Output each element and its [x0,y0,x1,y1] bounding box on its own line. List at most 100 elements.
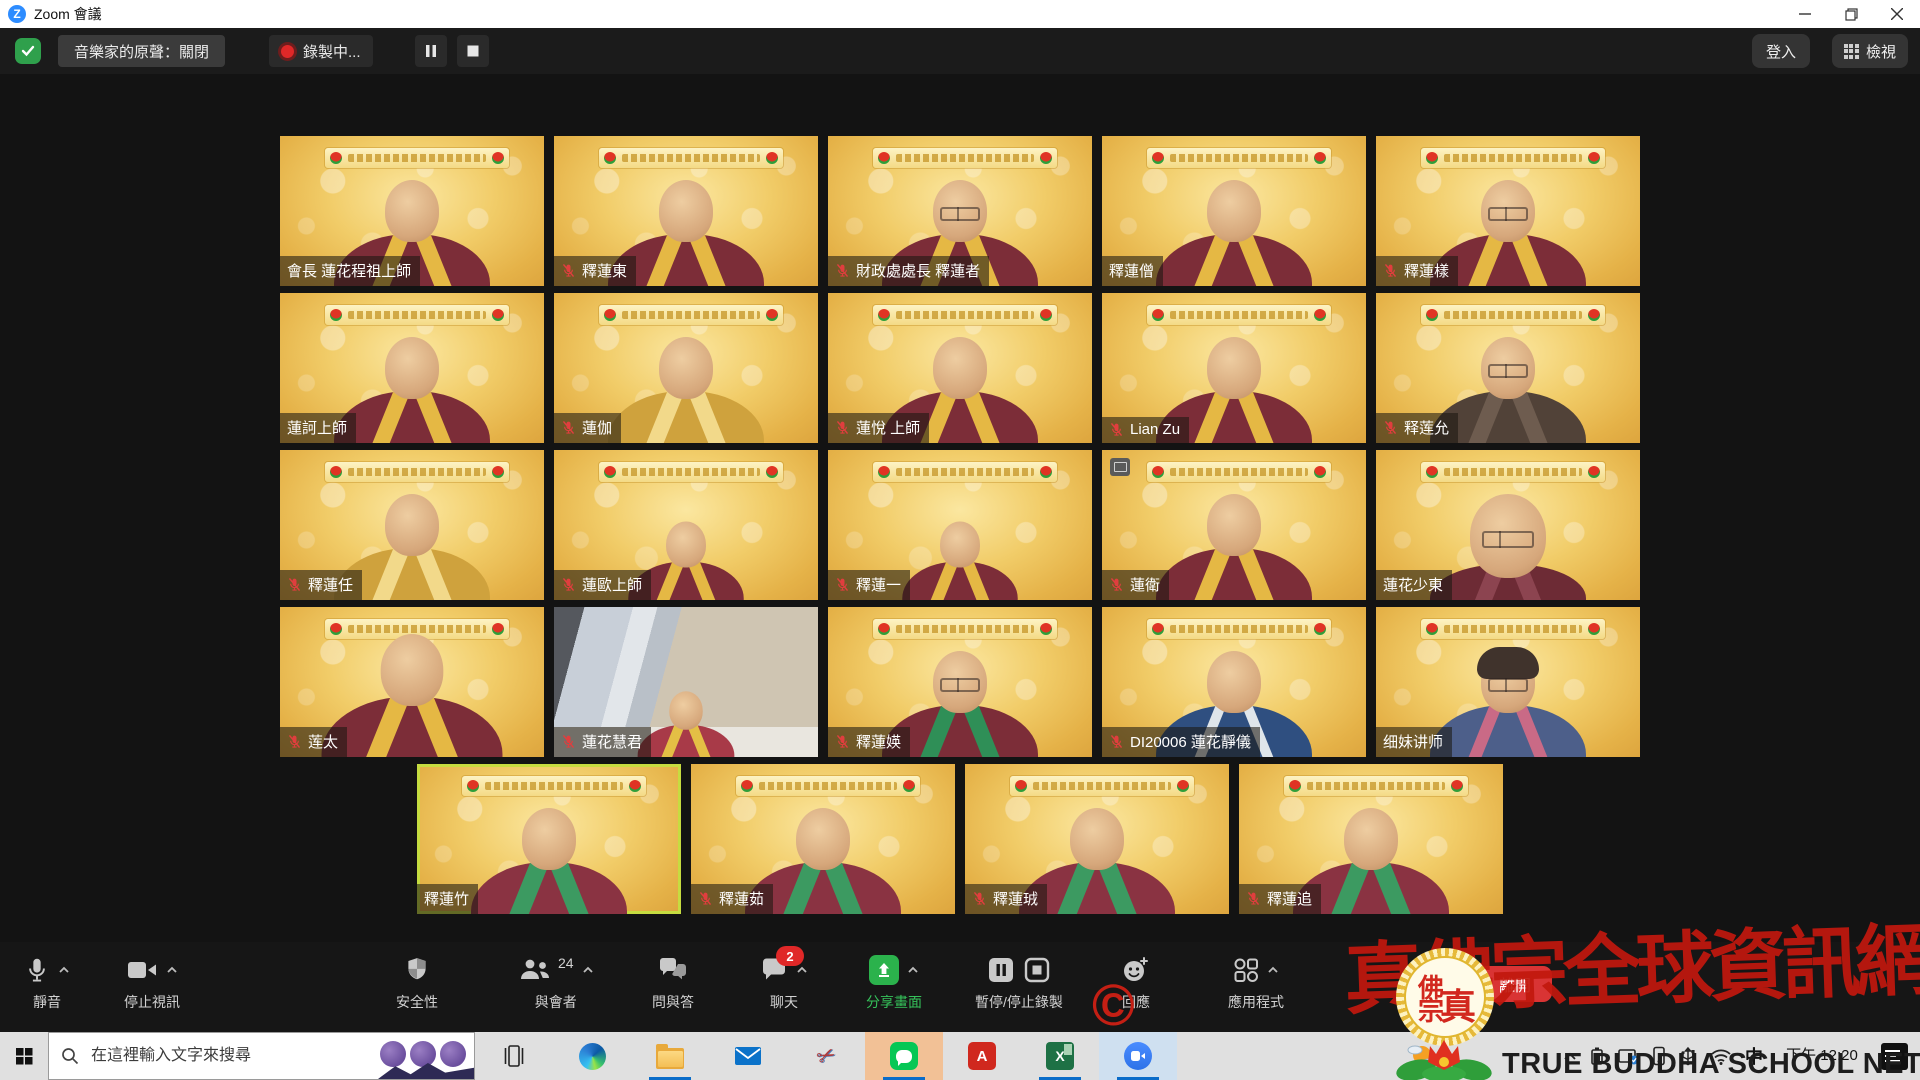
close-button[interactable] [1874,0,1920,28]
acrobat-icon: A [968,1042,996,1070]
virtual-background-banner [1147,305,1331,325]
participant-name: 釋蓮珬 [993,888,1038,909]
acrobat-button[interactable]: A [943,1032,1021,1080]
taskbar-clock[interactable]: 下午 12:20 [1776,1032,1868,1080]
participant-video [596,337,776,443]
video-tile[interactable]: 释莲允 [1376,293,1640,443]
pause-recording-button[interactable] [415,35,447,67]
share-screen-button[interactable]: 分享畫面 [866,952,922,1012]
participant-nameplate: DI20006 蓮花靜儀 [1102,727,1260,757]
edge-button[interactable] [553,1032,631,1080]
video-tile[interactable]: DI20006 蓮花靜儀 [1102,607,1366,757]
muted-mic-icon [287,577,302,592]
mail-button[interactable] [709,1032,787,1080]
banner-text [485,782,623,790]
weather-icon[interactable] [1407,1041,1437,1071]
reactions-button[interactable]: 回應 [1122,952,1150,1012]
participant-name: 蓮伽 [582,417,612,438]
participant-nameplate: 释莲允 [1376,413,1458,443]
search-input[interactable] [89,1046,333,1066]
wifi-icon[interactable] [1710,1048,1732,1065]
video-tile[interactable]: 釋蓮一 [828,450,1092,600]
security-button[interactable]: 安全性 [396,952,438,1012]
lotus-emblem-icon [1588,466,1600,478]
video-tile[interactable]: 釋蓮茹 [691,764,955,914]
mute-button[interactable]: 靜音 [24,952,70,1012]
tray-chevron-icon[interactable] [1563,1051,1577,1061]
video-tile[interactable]: 蓮花少東 [1376,450,1640,600]
video-row: 蓮訶上師蓮伽 蓮悅 上師Lian Zu 释莲允 [280,293,1640,443]
video-tile[interactable]: 蓮歐上師 [554,450,818,600]
video-tile[interactable]: 釋蓮僧 [1102,136,1366,286]
signin-button[interactable]: 登入 [1752,34,1810,68]
minimize-button[interactable] [1782,0,1828,28]
chat-label: 聊天 [770,992,798,1012]
video-tile[interactable]: 蓮訶上師 [280,293,544,443]
security-shield-icon[interactable] [15,38,41,64]
leave-button[interactable]: 離開 [1478,966,1552,1002]
lotus-emblem-icon [1451,780,1463,792]
participant-video [893,522,1026,600]
muted-mic-icon [972,891,987,906]
view-button[interactable]: 檢視 [1832,34,1908,68]
start-button[interactable] [0,1032,48,1080]
pause-stop-record-button[interactable]: 暫停/停止錄製 [975,952,1063,1012]
chevron-up-icon[interactable] [796,966,808,974]
snipping-tool-button[interactable]: ✂ [787,1032,865,1080]
task-view-button[interactable] [475,1032,553,1080]
lotus-emblem-icon [903,780,915,792]
participant-nameplate: 釋蓮珬 [965,884,1047,914]
search-icon [61,1047,79,1065]
smiley-plus-icon [1122,956,1150,984]
chevron-up-icon[interactable] [166,966,178,974]
video-tile[interactable]: 釋蓮任 [280,450,544,600]
video-tile[interactable]: 釋蓮樣 [1376,136,1640,286]
lotus-emblem-icon [1152,152,1164,164]
chevron-up-icon[interactable] [907,966,919,974]
virtual-background-banner [1147,148,1331,168]
video-tile[interactable]: 蓮衛 [1102,450,1366,600]
muted-mic-icon [561,577,576,592]
notification-center-icon[interactable] [1881,1043,1908,1070]
excel-button[interactable]: X [1021,1032,1099,1080]
chat-button[interactable]: 2 聊天 [760,952,808,1012]
participant-nameplate: 財政處處長 釋蓮者 [828,256,989,286]
apps-button[interactable]: 應用程式 [1228,952,1284,1012]
battery-icon[interactable] [1590,1046,1604,1066]
qa-button[interactable]: 問與答 [652,952,694,1012]
lotus-emblem-icon [766,152,778,164]
stop-recording-button[interactable] [457,35,489,67]
usb-icon[interactable] [1679,1046,1697,1066]
file-explorer-button[interactable] [631,1032,709,1080]
video-tile[interactable]: Lian Zu [1102,293,1366,443]
line-button[interactable] [865,1032,943,1080]
video-tile[interactable]: 釋蓮追 [1239,764,1503,914]
record-dot-icon [281,45,294,58]
video-tile[interactable]: 蓮悅 上師 [828,293,1092,443]
chevron-up-icon[interactable] [1267,966,1279,974]
video-tile[interactable]: 會長 蓮花程祖上師 [280,136,544,286]
participants-button[interactable]: 24 與會者 [518,952,594,1012]
video-tile[interactable]: 釋蓮珬 [965,764,1229,914]
restore-button[interactable] [1828,0,1874,28]
onedrive-icon[interactable] [1617,1047,1639,1065]
share-indicator-icon [1110,458,1130,476]
ime-indicator[interactable]: 中 [1745,1043,1763,1069]
zoom-app-button[interactable] [1099,1032,1177,1080]
video-tile[interactable]: 財政處處長 釋蓮者 [828,136,1092,286]
original-sound-button[interactable]: 音樂家的原聲：關閉 [58,35,225,67]
video-tile[interactable]: 莲太 [280,607,544,757]
video-tile[interactable]: 细妹讲师 [1376,607,1640,757]
stop-video-button[interactable]: 停止視訊 [124,952,180,1012]
chevron-up-icon[interactable] [58,966,70,974]
taskbar-search[interactable] [48,1032,475,1080]
chevron-up-icon[interactable] [582,966,594,974]
video-tile[interactable]: 蓮花慧君 [554,607,818,757]
video-tile[interactable]: 蓮伽 [554,293,818,443]
phone-icon[interactable] [1652,1046,1666,1066]
video-tile[interactable]: 釋蓮媖 [828,607,1092,757]
video-tile[interactable]: 釋蓮竹 [417,764,681,914]
video-tile[interactable]: 釋蓮東 [554,136,818,286]
search-highlight-art[interactable] [378,1033,474,1079]
lotus-emblem-icon [467,780,479,792]
